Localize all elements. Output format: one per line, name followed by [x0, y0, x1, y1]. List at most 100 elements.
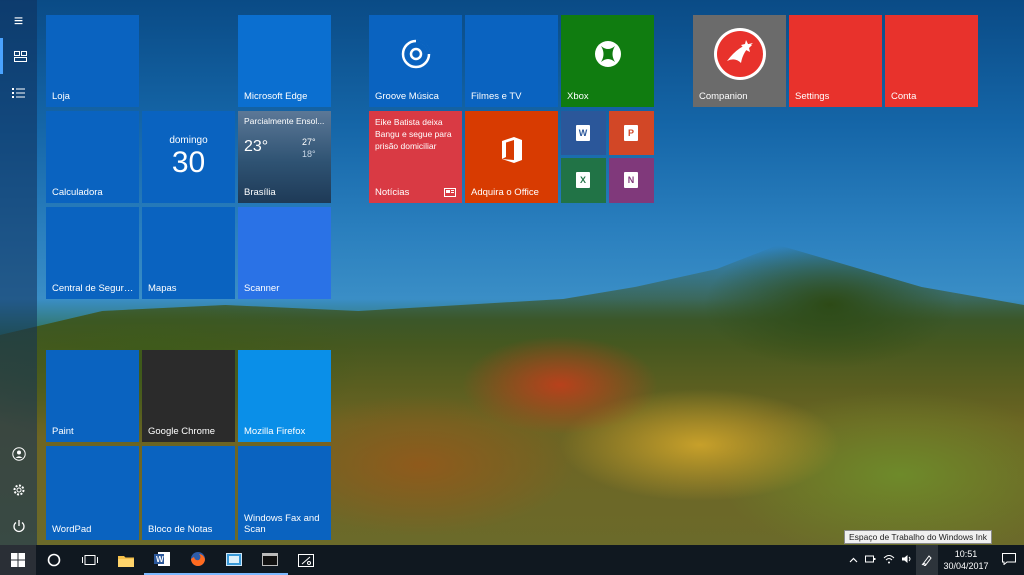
tile-central-de-seguranca[interactable]: Central de Segura... [46, 207, 139, 299]
tile-label: Microsoft Edge [244, 91, 308, 102]
tile-word[interactable]: W [561, 111, 606, 155]
wifi-icon [883, 554, 895, 563]
excel-icon: X [576, 172, 590, 188]
tile-groove-musica[interactable]: Groove Música [369, 15, 462, 107]
tile-powerpoint[interactable]: P [609, 111, 654, 155]
weather-description: Parcialmente Ensol... [244, 116, 325, 126]
tile-label: Xbox [567, 91, 589, 102]
power-icon [12, 520, 25, 533]
app-taskbar-button[interactable] [216, 545, 252, 575]
task-view-icon [82, 555, 98, 565]
news-icon [444, 188, 456, 197]
snipping-taskbar-button[interactable] [288, 545, 324, 575]
tile-companion[interactable]: Companion [693, 15, 786, 107]
clock-time: 10:51 [954, 549, 978, 559]
powerpoint-icon: P [624, 125, 638, 141]
console-taskbar-button[interactable] [252, 545, 288, 575]
user-icon [11, 447, 26, 461]
tile-excel[interactable]: X [561, 158, 606, 203]
file-explorer-button[interactable] [108, 545, 144, 575]
tile-calendar[interactable]: domingo 30 [142, 111, 235, 203]
tiles-icon [13, 50, 27, 62]
battery-plug-icon [865, 555, 876, 562]
tile-calculadora[interactable]: Calculadora [46, 111, 139, 203]
office-icon [501, 137, 522, 163]
word-taskbar-button[interactable]: W [144, 545, 180, 575]
tile-paint[interactable]: Paint [46, 350, 139, 442]
weather-temperature: 23° [244, 138, 269, 155]
firefox-icon [191, 552, 205, 566]
pinned-tiles-button[interactable] [0, 38, 37, 74]
hamburger-menu-button[interactable]: ≡ [0, 4, 37, 40]
tile-scanner[interactable]: Scanner [238, 207, 331, 299]
list-icon [12, 87, 25, 98]
tile-label: Windows Fax and Scan [244, 513, 320, 535]
tile-microsoft-edge[interactable]: Microsoft Edge [238, 15, 331, 107]
task-view-button[interactable] [72, 545, 108, 575]
firefox-taskbar-button[interactable] [180, 545, 216, 575]
tile-settings[interactable]: Settings [789, 15, 882, 107]
tile-label: Filmes e TV [471, 91, 522, 102]
wifi-tray-button[interactable] [880, 554, 898, 567]
settings-rail-button[interactable] [0, 472, 37, 508]
tile-label: Companion [699, 91, 748, 102]
start-button[interactable] [0, 545, 36, 575]
companion-icon [713, 28, 766, 80]
weather-low: 18° [302, 149, 316, 159]
tile-label: Groove Música [375, 91, 439, 102]
cortana-circle-icon [47, 553, 61, 567]
tile-adquira-o-office[interactable]: Adquira o Office [465, 111, 558, 203]
tile-filmes-e-tv[interactable]: Filmes e TV [465, 15, 558, 107]
windows-ink-tooltip: Espaço de Trabalho do Windows Ink [844, 530, 992, 544]
taskbar: W 10:51 30/04/2017 [0, 545, 1024, 575]
xbox-icon [594, 41, 621, 67]
tile-onenote[interactable]: N [609, 158, 654, 203]
cortana-search-button[interactable] [36, 545, 72, 575]
tile-windows-fax-and-scan[interactable]: Windows Fax and Scan [238, 446, 331, 540]
tile-label: Bloco de Notas [148, 524, 213, 535]
tile-bloco-de-notas[interactable]: Bloco de Notas [142, 446, 235, 540]
tile-label: Google Chrome [148, 426, 216, 437]
user-account-button[interactable] [0, 436, 37, 472]
volume-tray-button[interactable] [898, 554, 916, 567]
clock-button[interactable]: 10:51 30/04/2017 [938, 548, 994, 572]
tile-label: Adquira o Office [471, 187, 539, 198]
tile-noticias[interactable]: Eike Batista deixa Bangu e segue para pr… [369, 111, 462, 203]
speaker-icon [902, 554, 911, 563]
tile-label: Loja [52, 91, 70, 102]
tile-xbox[interactable]: Xbox [561, 15, 654, 107]
tile-loja[interactable]: Loja [46, 15, 139, 107]
svg-text:W: W [156, 555, 164, 564]
tile-label: Mozilla Firefox [244, 426, 306, 437]
windows-ink-tray-button[interactable] [916, 545, 938, 575]
tile-label: WordPad [52, 524, 92, 535]
show-hidden-icons-button[interactable] [844, 555, 862, 566]
windows-logo-icon [11, 553, 25, 567]
screenshot-tool-icon [298, 553, 314, 567]
battery-tray-button[interactable] [862, 554, 880, 567]
tile-wordpad[interactable]: WordPad [46, 446, 139, 540]
calendar-day: domingo [169, 135, 208, 146]
groove-icon [401, 39, 430, 69]
word-app-icon: W [154, 552, 170, 566]
hamburger-icon: ≡ [13, 13, 24, 30]
gear-icon [13, 484, 24, 496]
onenote-icon: N [624, 172, 638, 188]
tile-conta[interactable]: Conta [885, 15, 978, 107]
tile-mozilla-firefox[interactable]: Mozilla Firefox [238, 350, 331, 442]
tile-mapas[interactable]: Mapas [142, 207, 235, 299]
action-center-button[interactable] [994, 552, 1024, 568]
all-apps-button[interactable] [0, 74, 37, 110]
start-left-rail: ≡ [0, 0, 37, 545]
tile-label: Calculadora [52, 187, 103, 198]
clock-date: 30/04/2017 [943, 561, 989, 571]
news-headline: Eike Batista deixa Bangu e segue para pr… [375, 117, 452, 151]
tile-weather[interactable]: Parcialmente Ensol... 23° 27° 18° Brasíl… [238, 111, 331, 203]
tile-google-chrome[interactable]: Google Chrome [142, 350, 235, 442]
folder-icon [118, 555, 134, 567]
window-app-icon [226, 552, 242, 566]
calendar-date: 30 [171, 146, 206, 179]
tile-label: Scanner [244, 283, 280, 294]
power-button[interactable] [0, 508, 37, 544]
word-icon: W [576, 125, 590, 141]
